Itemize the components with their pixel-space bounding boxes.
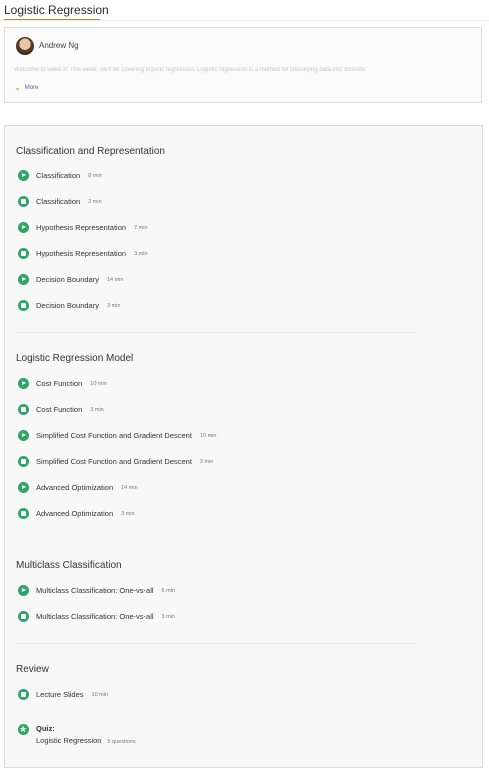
item-label: Lecture Slides xyxy=(36,690,84,699)
list-item[interactable]: Advanced Optimization 14 min xyxy=(18,482,138,493)
item-duration: 14 min xyxy=(106,276,124,283)
item-duration: 3 min xyxy=(161,613,175,620)
section-title: Multiclass Classification xyxy=(16,560,122,571)
quiz-heading: Quiz: xyxy=(36,724,55,733)
item-label: Cost Function xyxy=(36,379,83,388)
item-duration: 14 min xyxy=(121,484,138,491)
section-title: Review xyxy=(16,664,49,675)
item-label: Simplified Cost Function and Gradient De… xyxy=(36,457,192,466)
item-label: Hypothesis Representation xyxy=(36,223,127,232)
list-item[interactable]: Multiclass Classification: One-vs-all 3 … xyxy=(18,611,175,622)
item-duration: 3 min xyxy=(106,302,121,309)
reading-icon xyxy=(18,689,29,700)
reading-icon xyxy=(18,300,29,311)
play-circle-icon xyxy=(18,222,29,233)
item-duration: 7 min xyxy=(134,224,148,231)
list-item[interactable]: Classification 8 min xyxy=(18,170,102,181)
section-divider xyxy=(16,643,416,644)
item-duration: 3 min xyxy=(121,510,135,517)
item-label: Advanced Optimization xyxy=(36,509,114,518)
list-item[interactable]: Hypothesis Representation 3 min xyxy=(18,248,148,259)
avatar xyxy=(16,37,34,55)
item-label: Advanced Optimization xyxy=(36,483,114,492)
item-duration: 3 min xyxy=(90,406,104,413)
tab-logistic-regression[interactable]: Logistic Regression xyxy=(4,0,109,20)
list-item[interactable]: Multiclass Classification: One-vs-all 6 … xyxy=(18,585,175,596)
list-item[interactable]: Simplified Cost Function and Gradient De… xyxy=(18,430,216,441)
more-label: More xyxy=(24,85,39,91)
item-duration: 6 min xyxy=(161,587,175,594)
play-circle-icon xyxy=(18,430,29,441)
tab-divider xyxy=(0,20,489,21)
reading-icon xyxy=(18,508,29,519)
list-item[interactable]: Simplified Cost Function and Gradient De… xyxy=(18,456,213,467)
play-circle-icon xyxy=(18,274,29,285)
reading-icon xyxy=(18,196,29,207)
reading-icon xyxy=(18,611,29,622)
item-duration: 2 min xyxy=(88,198,102,205)
instructor-name: Andrew Ng xyxy=(39,41,79,50)
item-label: Classification xyxy=(36,197,81,206)
section-divider xyxy=(16,332,416,333)
item-label: Hypothesis Representation xyxy=(36,249,127,258)
list-item[interactable]: Advanced Optimization 3 min xyxy=(18,508,135,519)
lesson-list-card: Classification and Representation Classi… xyxy=(4,125,483,768)
reading-icon xyxy=(18,456,29,467)
list-item[interactable]: Hypothesis Representation 7 min xyxy=(18,222,148,233)
list-item[interactable]: Decision Boundary 14 min xyxy=(18,274,123,285)
item-duration: 10 min xyxy=(90,380,107,387)
item-label: Multiclass Classification: One-vs-all xyxy=(36,612,154,621)
reading-icon xyxy=(18,404,29,415)
item-duration: 10 min xyxy=(91,691,109,698)
play-circle-icon xyxy=(18,482,29,493)
module-intro-card: Andrew Ng Welcome to week 3! This week, … xyxy=(4,27,482,103)
item-label: Decision Boundary xyxy=(36,275,99,284)
list-item[interactable]: Lecture Slides 10 min xyxy=(18,689,108,700)
item-label: Simplified Cost Function and Gradient De… xyxy=(36,431,192,440)
more-button[interactable]: ⌄ More xyxy=(14,83,39,92)
section-title: Classification and Representation xyxy=(16,146,165,157)
item-duration: 8 min xyxy=(88,172,102,179)
quiz-item[interactable]: Quiz: Logistic Regression 5 questions xyxy=(18,723,136,745)
item-label: Classification xyxy=(36,171,81,180)
list-item[interactable]: Classification 2 min xyxy=(18,196,102,207)
list-item[interactable]: Cost Function 10 min xyxy=(18,378,107,389)
intro-text: Welcome to week 3! This week, we'll be c… xyxy=(14,67,366,73)
list-item[interactable]: Cost Function 3 min xyxy=(18,404,104,415)
quiz-question-count: 5 questions xyxy=(107,739,136,745)
item-label: Cost Function xyxy=(36,405,83,414)
item-duration: 3 min xyxy=(134,250,148,257)
list-item[interactable]: Decision Boundary 3 min xyxy=(18,300,120,311)
section-title: Logistic Regression Model xyxy=(16,353,134,364)
play-circle-icon xyxy=(18,378,29,389)
play-circle-icon xyxy=(18,170,29,181)
chevron-down-icon: ⌄ xyxy=(14,83,21,92)
star-circle-icon xyxy=(18,723,29,735)
item-duration: 10 min xyxy=(199,432,217,439)
quiz-label: Logistic Regression xyxy=(36,736,102,745)
reading-icon xyxy=(18,248,29,259)
play-circle-icon xyxy=(18,585,29,596)
item-label: Multiclass Classification: One-vs-all xyxy=(36,586,154,595)
item-duration: 3 min xyxy=(199,458,214,465)
item-label: Decision Boundary xyxy=(36,301,99,310)
